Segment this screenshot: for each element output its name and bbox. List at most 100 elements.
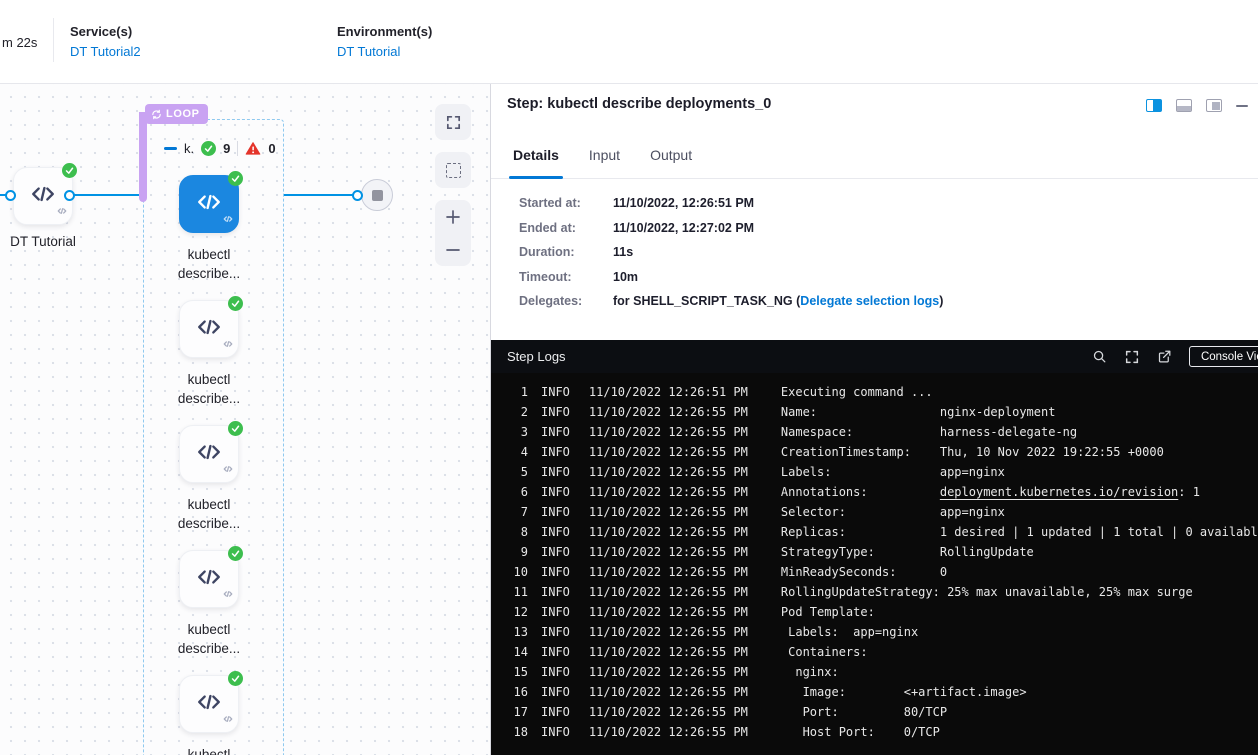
service-link[interactable]: DT Tutorial2 xyxy=(70,44,141,59)
log-actions: Console View xyxy=(1092,346,1258,367)
multi-select-button[interactable] xyxy=(435,152,471,188)
detail-value: for SHELL_SCRIPT_TASK_NG (Delegate selec… xyxy=(613,294,943,308)
step-node-kubectl-describe[interactable] xyxy=(179,675,239,733)
log-level: INFO xyxy=(541,642,570,662)
connector-port xyxy=(64,190,75,201)
log-message: Labels: app=nginx xyxy=(781,622,918,642)
log-timestamp: 11/10/2022 12:26:55 PM xyxy=(589,642,749,662)
log-line: 4 INFO 11/10/2022 12:26:55 PM CreationTi… xyxy=(491,442,1258,462)
log-message: RollingUpdateStrategy: 25% max unavailab… xyxy=(781,582,1193,602)
minimize-panel-button[interactable] xyxy=(1236,105,1248,107)
step-detail-fields: Started at: 11/10/2022, 12:26:51 PM Ende… xyxy=(491,196,943,308)
split-right-layout-button[interactable] xyxy=(1146,99,1162,112)
loop-group-name: k. xyxy=(184,141,194,156)
console-view-button[interactable]: Console View xyxy=(1189,346,1258,367)
collapse-group-button[interactable] xyxy=(164,147,177,150)
success-check-icon xyxy=(201,141,216,156)
open-in-new-tab-icon[interactable] xyxy=(1157,349,1172,364)
log-timestamp: 11/10/2022 12:26:55 PM xyxy=(589,542,749,562)
fullscreen-logs-icon[interactable] xyxy=(1124,349,1140,365)
log-line-number: 6 xyxy=(507,482,528,502)
log-line: 6 INFO 11/10/2022 12:26:55 PM Annotation… xyxy=(491,482,1258,502)
log-timestamp: 11/10/2022 12:26:55 PM xyxy=(589,402,749,422)
start-node-label: DT Tutorial xyxy=(0,232,106,251)
search-logs-icon[interactable] xyxy=(1092,349,1107,364)
log-line-number: 4 xyxy=(507,442,528,462)
code-icon xyxy=(196,564,222,595)
log-line: 12 INFO 11/10/2022 12:26:55 PM Pod Templ… xyxy=(491,602,1258,622)
log-message: Selector: app=nginx xyxy=(781,502,1005,522)
step-logs-header: Step Logs Console View xyxy=(491,340,1258,373)
log-line: 8 INFO 11/10/2022 12:26:55 PM Replicas: … xyxy=(491,522,1258,542)
log-timestamp: 11/10/2022 12:26:55 PM xyxy=(589,422,749,442)
detail-row: Timeout: 10m xyxy=(491,270,943,284)
step-type-mini-icon xyxy=(57,203,67,221)
log-message: Annotations: deployment.kubernetes.io/re… xyxy=(781,482,1200,502)
fit-to-screen-button[interactable] xyxy=(435,104,471,140)
tab-output[interactable]: Output xyxy=(650,141,692,178)
flow-connector-line xyxy=(284,194,362,196)
code-icon xyxy=(196,689,222,720)
environment-block: Environment(s) DT Tutorial xyxy=(337,24,432,59)
log-message: Namespace: harness-delegate-ng xyxy=(781,422,1077,442)
detail-label: Timeout: xyxy=(519,270,613,284)
log-line-number: 18 xyxy=(507,722,528,742)
zoom-controls xyxy=(435,200,471,266)
tab-input[interactable]: Input xyxy=(589,141,620,178)
step-node-kubectl-describe[interactable] xyxy=(179,425,239,483)
log-message: Containers: xyxy=(781,642,868,662)
console-log-output[interactable]: 1 INFO 11/10/2022 12:26:51 PM Executing … xyxy=(491,373,1258,755)
zoom-in-button[interactable] xyxy=(435,200,471,233)
step-node-kubectl-describe[interactable] xyxy=(179,300,239,358)
success-check-icon xyxy=(62,163,77,178)
split-bottom-layout-button[interactable] xyxy=(1176,99,1192,112)
code-icon xyxy=(196,439,222,470)
service-label: Service(s) xyxy=(70,24,141,39)
log-timestamp: 11/10/2022 12:26:55 PM xyxy=(589,482,749,502)
log-line: 5 INFO 11/10/2022 12:26:55 PM Labels: ap… xyxy=(491,462,1258,482)
log-line: 10 INFO 11/10/2022 12:26:55 PM MinReadyS… xyxy=(491,562,1258,582)
step-node-kubectl-describe[interactable] xyxy=(179,175,239,233)
panel-right-layout-button[interactable] xyxy=(1206,99,1222,112)
detail-label: Delegates: xyxy=(519,294,613,308)
service-block: Service(s) DT Tutorial2 xyxy=(70,24,141,59)
success-check-icon xyxy=(228,671,243,686)
failed-count: 0 xyxy=(268,141,275,156)
log-level: INFO xyxy=(541,602,570,622)
detail-row: Started at: 11/10/2022, 12:26:51 PM xyxy=(491,196,943,210)
step-type-mini-icon xyxy=(223,586,233,604)
pipeline-end-node[interactable] xyxy=(361,179,393,211)
step-node-label: describe... xyxy=(149,389,269,408)
log-level: INFO xyxy=(541,682,570,702)
step-node-label: kubectl xyxy=(149,370,269,389)
log-line-number: 1 xyxy=(507,382,528,402)
pipeline-execution-screen: m 22s Service(s) DT Tutorial2 Environmen… xyxy=(0,0,1258,755)
top-bar-divider xyxy=(53,18,54,62)
zoom-out-button[interactable] xyxy=(435,233,471,266)
detail-value: 11/10/2022, 12:27:02 PM xyxy=(613,221,754,235)
step-node-label: kubectl xyxy=(149,495,269,514)
log-line: 1 INFO 11/10/2022 12:26:51 PM Executing … xyxy=(491,382,1258,402)
environment-link[interactable]: DT Tutorial xyxy=(337,44,432,59)
warning-triangle-icon xyxy=(245,141,261,156)
step-node-kubectl-describe[interactable] xyxy=(179,550,239,608)
log-line-number: 12 xyxy=(507,602,528,622)
log-message: Pod Template: xyxy=(781,602,875,622)
success-check-icon xyxy=(228,296,243,311)
log-annotation-link[interactable]: deployment.kubernetes.io/revision xyxy=(940,485,1178,499)
log-timestamp: 11/10/2022 12:26:55 PM xyxy=(589,682,749,702)
log-level: INFO xyxy=(541,462,570,482)
detail-label: Started at: xyxy=(519,196,613,210)
log-timestamp: 11/10/2022 12:26:55 PM xyxy=(589,662,749,682)
success-check-icon xyxy=(228,546,243,561)
log-message: Name: nginx-deployment xyxy=(781,402,1056,422)
log-message: MinReadySeconds: 0 xyxy=(781,562,947,582)
connector-port xyxy=(352,190,363,201)
log-line-number: 10 xyxy=(507,562,528,582)
delegate-selection-logs-link[interactable]: Delegate selection logs xyxy=(800,294,939,308)
log-level: INFO xyxy=(541,382,570,402)
pipeline-canvas[interactable]: LOOP k. 9 0 DT Tu xyxy=(0,84,490,755)
log-line: 14 INFO 11/10/2022 12:26:55 PM Container… xyxy=(491,642,1258,662)
tab-details[interactable]: Details xyxy=(513,141,559,178)
log-line: 17 INFO 11/10/2022 12:26:55 PM Port: 80/… xyxy=(491,702,1258,722)
